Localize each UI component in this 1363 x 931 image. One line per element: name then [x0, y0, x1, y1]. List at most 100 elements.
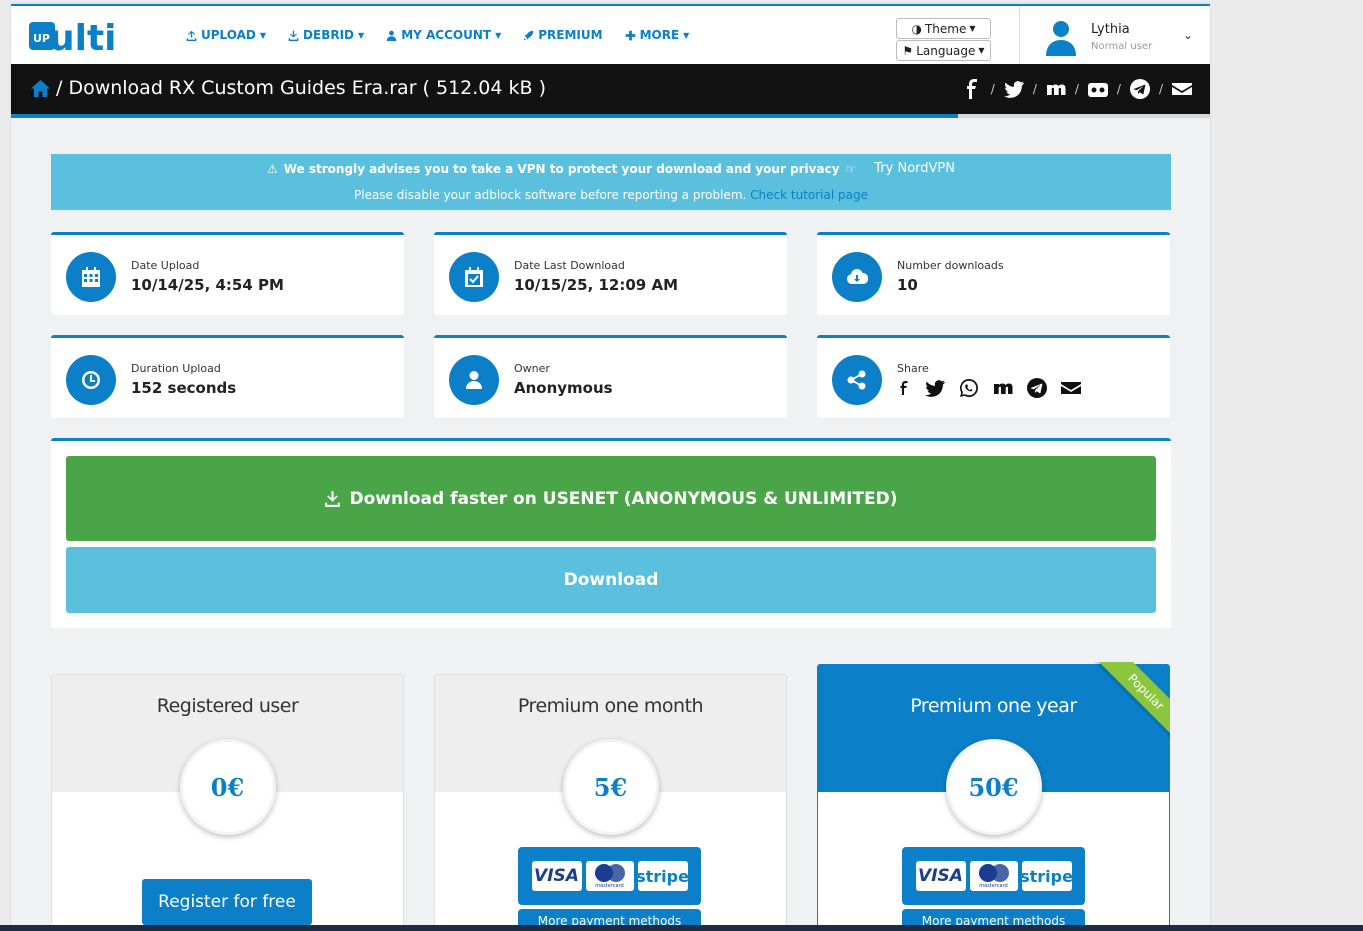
- mastercard-logo: mastercard: [585, 861, 634, 891]
- card-number-downloads: Number downloads 10: [817, 232, 1170, 315]
- nordvpn-link[interactable]: Try NordVPN: [874, 161, 955, 176]
- plan-title: Premium one month: [517, 695, 704, 717]
- usenet-download-button[interactable]: Download faster on USENET (ANONYMOUS & U…: [66, 456, 1156, 541]
- rocket-icon: [523, 30, 534, 40]
- cloud-download-icon: [847, 269, 868, 284]
- vpn-warning-text: We strongly advises you to take a VPN to…: [283, 161, 840, 176]
- card-label: Date Upload: [131, 259, 200, 272]
- main-nav: UPLOAD ▼ DEBRID ▼ MY ACCOUNT ▼ PREMIUM MORE…: [186, 28, 689, 42]
- whatsapp-icon[interactable]: [959, 378, 979, 398]
- language-dropdown[interactable]: ⚑ Language ▼: [896, 40, 991, 61]
- visa-logo: VISA: [915, 861, 966, 891]
- plan-price: 0€: [179, 739, 276, 835]
- bottom-bar: [0, 925, 1363, 931]
- facebook-icon[interactable]: [897, 378, 911, 398]
- twitter-icon[interactable]: [1003, 79, 1024, 99]
- stripe-logo: stripe: [1020, 861, 1073, 891]
- tutorial-link[interactable]: Check tutorial page: [750, 188, 868, 202]
- plan-premium-month: Premium one month 5€ VISA mastercard str…: [434, 674, 787, 931]
- plan-price: 50€: [945, 739, 1042, 835]
- card-label: Share: [897, 362, 929, 375]
- card-value: 152 seconds: [131, 379, 237, 397]
- user-divider: [1019, 6, 1020, 66]
- nav-premium[interactable]: PREMIUM: [523, 28, 603, 42]
- facebook-icon[interactable]: [962, 79, 982, 99]
- user-icon: [466, 371, 482, 389]
- plan-title: Registered user: [156, 695, 299, 717]
- plan-price: 5€: [562, 739, 659, 835]
- plus-icon: [625, 30, 635, 40]
- download-icon: [288, 30, 299, 41]
- card-value: 10/14/25, 4:54 PM: [131, 276, 284, 294]
- download-icon: [325, 491, 341, 507]
- caret-down-icon: ▼: [969, 24, 976, 33]
- caret-down-icon: ▼: [259, 30, 267, 40]
- card-value: Anonymous: [514, 379, 613, 397]
- home-icon[interactable]: [31, 79, 50, 97]
- logo-text: ulti: [49, 18, 117, 56]
- email-icon[interactable]: [1061, 378, 1081, 398]
- card-label: Duration Upload: [131, 362, 221, 375]
- card-duration-upload: Duration Upload 152 seconds: [51, 335, 404, 418]
- card-owner: Owner Anonymous: [434, 335, 787, 418]
- reddit-icon[interactable]: [1087, 79, 1108, 99]
- visa-logo: VISA: [531, 861, 582, 891]
- theme-language-group: ◑ Theme ▼ ⚑ Language ▼: [896, 18, 991, 62]
- popular-ribbon: Popular: [1060, 662, 1170, 752]
- stripe-logo: stripe: [636, 861, 689, 891]
- user-role: Normal user: [1091, 41, 1153, 52]
- telegram-icon[interactable]: [1129, 79, 1150, 99]
- share-icons: [897, 378, 1081, 398]
- progress-bar: [11, 114, 1210, 118]
- adblock-text: Please disable your adblock software bef…: [354, 188, 747, 202]
- upload-icon: [186, 30, 197, 41]
- plan-registered: Registered user 0€ Register for free: [51, 674, 404, 931]
- top-navbar: UP ulti UPLOAD ▼ DEBRID ▼ MY ACCOUNT ▼ PREM…: [11, 4, 1210, 66]
- avatar-icon: [1046, 21, 1076, 56]
- page: UP ulti UPLOAD ▼ DEBRID ▼ MY ACCOUNT ▼ PREM…: [11, 4, 1210, 931]
- caret-down-icon: ▼: [683, 30, 690, 40]
- calendar-check-icon: [465, 267, 483, 287]
- clock-icon: [82, 371, 100, 389]
- card-date-upload: Date Upload 10/14/25, 4:54 PM: [51, 232, 404, 315]
- card-share: Share: [817, 335, 1170, 418]
- register-button[interactable]: Register for free: [142, 879, 312, 925]
- file-title-bar: / Download RX Custom Guides Era.rar ( 51…: [11, 64, 1210, 114]
- card-date-last-download: Date Last Download 10/15/25, 12:09 AM: [434, 232, 787, 315]
- chevron-down-icon[interactable]: ⌄: [1183, 28, 1193, 42]
- card-value: 10/15/25, 12:09 AM: [514, 276, 679, 294]
- nav-upload[interactable]: UPLOAD ▼: [186, 28, 266, 42]
- caret-down-icon: ▼: [358, 30, 365, 40]
- card-value: 10: [897, 276, 918, 294]
- theme-dropdown[interactable]: ◑ Theme ▼: [896, 18, 991, 39]
- telegram-icon[interactable]: [1027, 378, 1047, 398]
- caret-down-icon: ▼: [978, 46, 985, 55]
- vpn-alert: ⚠ We strongly advises you to take a VPN …: [51, 154, 1171, 210]
- email-icon[interactable]: [1172, 79, 1192, 99]
- card-payment-button[interactable]: VISA mastercard stripe: [518, 847, 701, 905]
- user-icon: [386, 30, 397, 41]
- mastercard-logo: mastercard: [969, 861, 1018, 891]
- download-button[interactable]: Download: [66, 547, 1156, 613]
- twitter-icon[interactable]: [925, 378, 945, 398]
- title-share-links: / / / / /: [962, 79, 1192, 99]
- page-title: / Download RX Custom Guides Era.rar ( 51…: [31, 77, 546, 99]
- flag-icon: ⚑: [902, 43, 914, 58]
- nav-more[interactable]: MORE ▼: [625, 28, 690, 42]
- nav-my-account[interactable]: MY ACCOUNT ▼: [386, 28, 501, 42]
- user-menu[interactable]: Lythia Normal user ⌄: [1046, 18, 1196, 58]
- mix-icon[interactable]: [1046, 79, 1066, 99]
- uptobox-logo[interactable]: UP ulti: [29, 16, 149, 56]
- card-label: Owner: [514, 362, 550, 375]
- warning-icon: ⚠: [266, 161, 278, 176]
- svg-text:UP: UP: [33, 32, 50, 45]
- calendar-icon: [82, 267, 100, 287]
- card-label: Number downloads: [897, 259, 1004, 272]
- card-label: Date Last Download: [514, 259, 625, 272]
- contrast-icon: ◑: [911, 21, 922, 36]
- mix-icon[interactable]: [993, 378, 1013, 398]
- user-name: Lythia: [1091, 22, 1130, 37]
- nav-debrid[interactable]: DEBRID ▼: [288, 28, 364, 42]
- share-icon: [847, 370, 866, 390]
- card-payment-button[interactable]: VISA mastercard stripe: [902, 847, 1085, 905]
